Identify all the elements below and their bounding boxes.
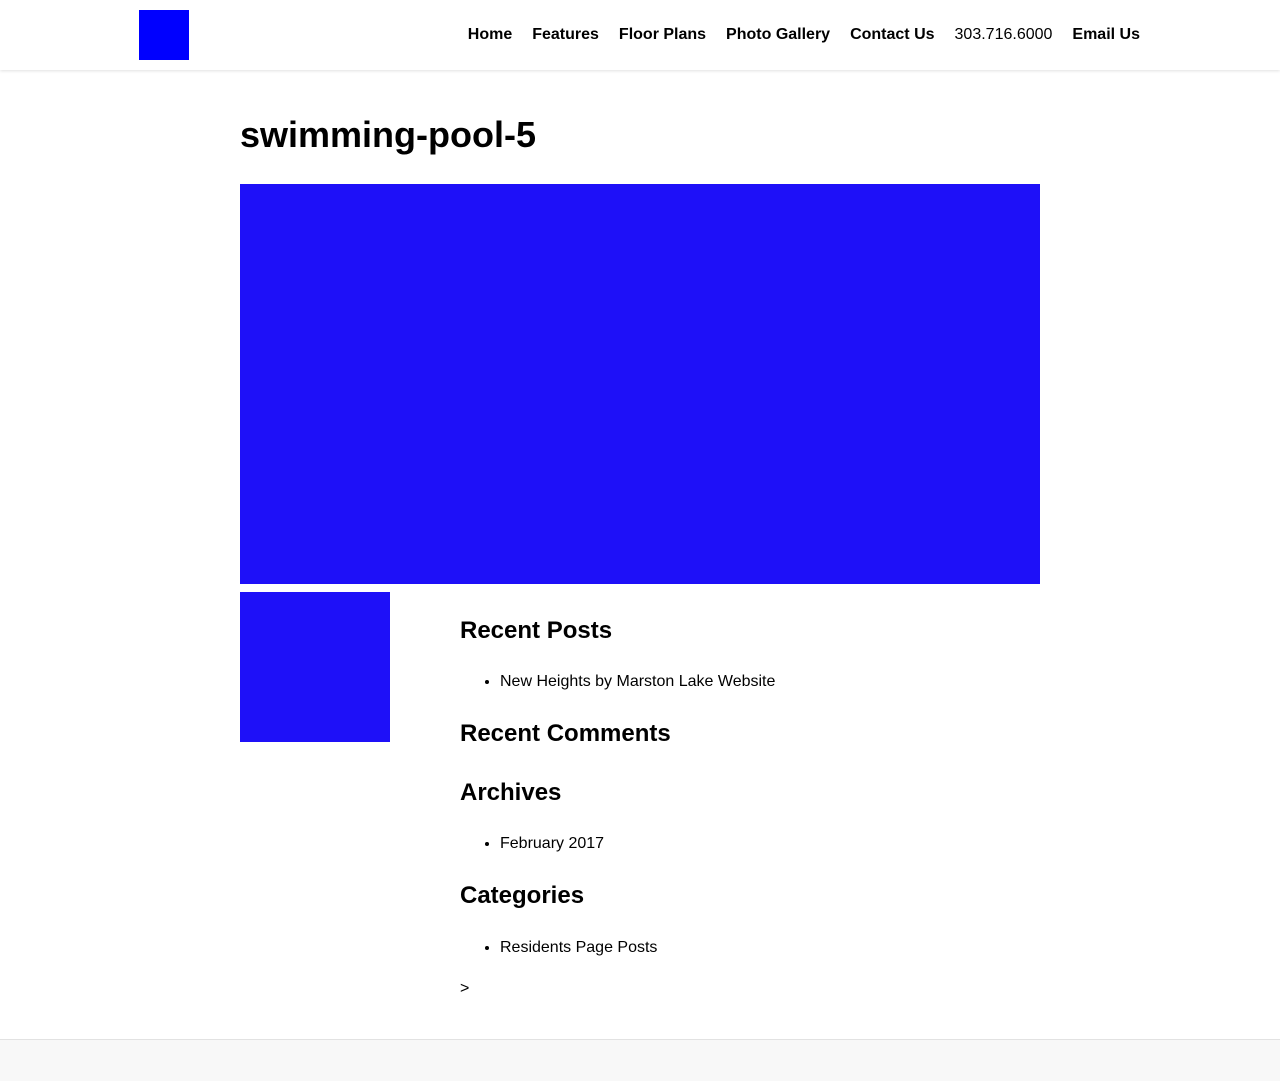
nav-link-phone[interactable]: 303.716.6000 [955, 26, 1053, 43]
nav-item-contact-us[interactable]: Contact Us [850, 25, 934, 45]
nav-link-home[interactable]: Home [468, 26, 512, 43]
site-footer [0, 1039, 1280, 1081]
archive-link[interactable]: February 2017 [500, 835, 604, 852]
recent-posts-heading: Recent Posts [460, 617, 613, 644]
categories-list: Residents Page Posts [460, 938, 657, 958]
main-image [240, 184, 1040, 584]
archives-list: February 2017 [460, 834, 604, 854]
nav-link-features[interactable]: Features [532, 26, 599, 43]
stray-text: > [460, 980, 470, 997]
site-header: Home Features Floor Plans Photo Gallery … [0, 0, 1280, 70]
nav-link-email-us[interactable]: Email Us [1072, 26, 1140, 43]
nav-item-home[interactable]: Home [468, 25, 512, 45]
nav-item-floor-plans[interactable]: Floor Plans [619, 25, 706, 45]
recent-post-link[interactable]: New Heights by Marston Lake Website [500, 673, 775, 690]
archives-heading: Archives [460, 779, 562, 806]
page-title: swimming-pool-5 [240, 114, 536, 155]
thumbnail-image[interactable] [240, 592, 390, 742]
nav-item-phone[interactable]: 303.716.6000 [955, 25, 1053, 45]
nav-link-contact-us[interactable]: Contact Us [850, 26, 934, 43]
recent-comments-heading: Recent Comments [460, 720, 671, 747]
main-nav: Home Features Floor Plans Photo Gallery … [468, 0, 1140, 70]
site-logo[interactable] [139, 10, 189, 60]
nav-link-floor-plans[interactable]: Floor Plans [619, 26, 706, 43]
nav-item-email-us[interactable]: Email Us [1072, 25, 1140, 45]
recent-posts-list: New Heights by Marston Lake Website [460, 672, 775, 692]
list-item[interactable]: Residents Page Posts [500, 938, 657, 958]
nav-item-photo-gallery[interactable]: Photo Gallery [726, 25, 830, 45]
list-item[interactable]: February 2017 [500, 834, 604, 854]
nav-item-features[interactable]: Features [532, 25, 599, 45]
categories-heading: Categories [460, 882, 585, 909]
nav-link-photo-gallery[interactable]: Photo Gallery [726, 26, 830, 43]
category-link[interactable]: Residents Page Posts [500, 939, 657, 956]
list-item[interactable]: New Heights by Marston Lake Website [500, 672, 775, 692]
